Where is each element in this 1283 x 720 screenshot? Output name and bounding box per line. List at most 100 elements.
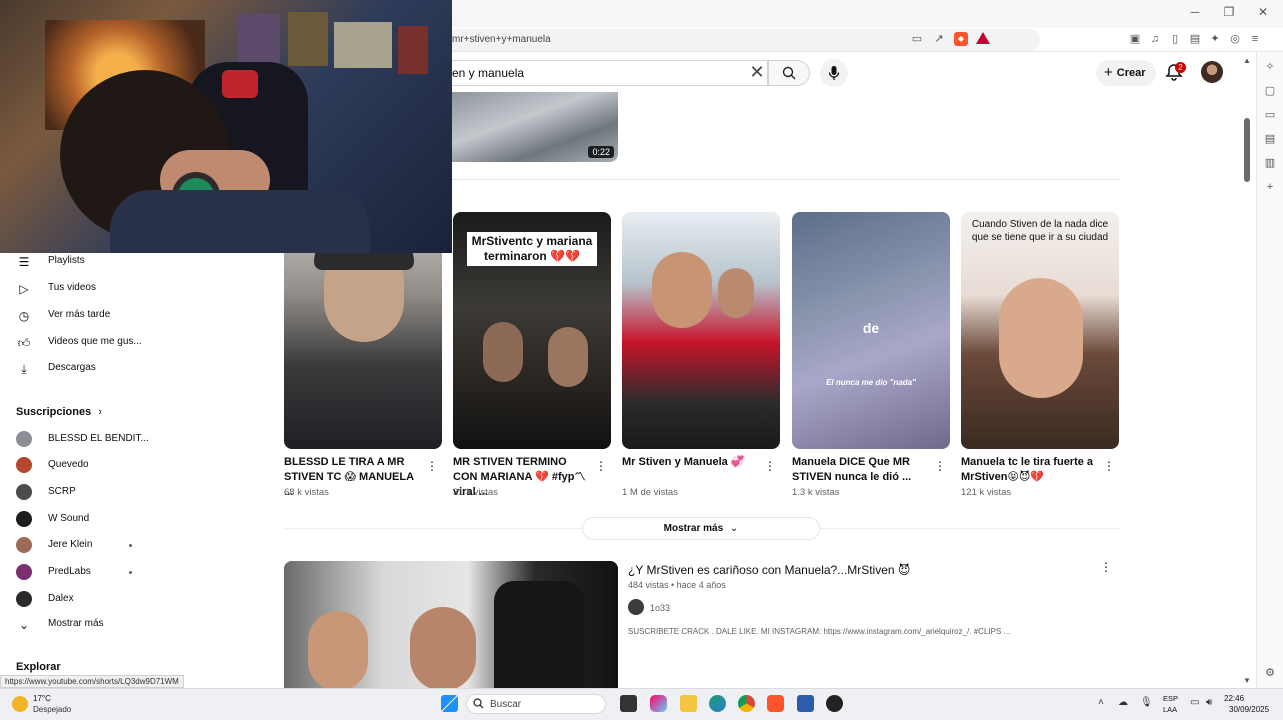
channel-name: W Sound	[48, 513, 90, 524]
weather-condition: Despejado	[33, 705, 72, 714]
menu-icon[interactable]: ≡	[1248, 32, 1262, 46]
file-explorer-icon[interactable]	[680, 695, 697, 712]
video-thumbnail[interactable]	[284, 561, 618, 688]
more-options-icon[interactable]: ⋮	[1103, 458, 1115, 474]
scroll-up-arrow[interactable]: ▲	[1243, 56, 1251, 65]
subscription-item[interactable]: Jere Klein	[0, 535, 150, 555]
short-thumbnail[interactable]: MrStiventc y mariana terminaron 💔💔	[453, 212, 611, 449]
wall-frame	[238, 14, 280, 64]
music-icon[interactable]: ♫	[1148, 32, 1162, 46]
show-more-subscriptions[interactable]: ⌄ Mostrar más	[0, 615, 150, 635]
more-options-icon[interactable]: ⋮	[764, 458, 776, 474]
network-icon[interactable]: ▭	[1190, 697, 1199, 708]
reader-icon[interactable]: ▣	[1128, 32, 1142, 46]
add-sidebar-icon[interactable]: +	[1263, 180, 1277, 194]
account-avatar[interactable]	[1201, 61, 1223, 83]
task-view-icon[interactable]	[620, 695, 637, 712]
short-card[interactable]: de El nunca me dio "nada" Manuela DICE Q…	[792, 212, 950, 498]
more-options-icon[interactable]: ⋮	[595, 458, 607, 474]
app-icon[interactable]	[826, 695, 843, 712]
taskbar-search-label: Buscar	[490, 699, 522, 710]
nav-item-playlists[interactable]: ☰ Playlists	[0, 252, 150, 272]
subscription-item[interactable]: W Sound	[0, 509, 150, 529]
clock-time[interactable]: 22:46	[1224, 694, 1244, 703]
subscription-item[interactable]: Quevedo	[0, 455, 150, 475]
store-icon[interactable]	[797, 695, 814, 712]
bookmarks-sidebar-icon[interactable]: ▢	[1263, 84, 1277, 98]
nav-item-your-videos[interactable]: ▷ Tus videos	[0, 279, 150, 299]
wallet-sidebar-icon[interactable]: ▤	[1263, 132, 1277, 146]
channel-avatar[interactable]	[628, 599, 644, 615]
volume-icon[interactable]: 🔊︎	[1206, 697, 1212, 708]
create-button[interactable]: + Crear	[1096, 60, 1156, 86]
voice-search-button[interactable]	[820, 59, 848, 87]
channel-avatar	[16, 484, 32, 500]
channel-name: Quevedo	[48, 459, 89, 470]
more-options-icon[interactable]: ⋮	[1100, 560, 1112, 574]
download-icon: ⤓	[21, 362, 27, 376]
leo-sidebar-icon[interactable]: ✧	[1263, 60, 1277, 74]
close-icon[interactable]: ✕	[1257, 6, 1269, 18]
maximize-icon[interactable]: ❐	[1223, 6, 1235, 18]
subscription-item[interactable]: SCRP	[0, 482, 150, 502]
short-thumbnail[interactable]	[622, 212, 780, 449]
subscription-item[interactable]: BLESSD EL BENDIT...	[0, 429, 150, 449]
show-more-button[interactable]: Mostrar más ⌄	[582, 517, 820, 540]
taskbar-search[interactable]	[466, 694, 606, 714]
leo-ai-icon[interactable]: ✦	[1208, 32, 1222, 46]
scrollbar-thumb[interactable]	[1244, 118, 1250, 182]
thumbnail-face	[718, 268, 754, 318]
nav-item-liked-videos[interactable]: 👍︎ Videos que me gus...	[0, 333, 150, 353]
short-card[interactable]: MrStiventc y mariana terminaron 💔💔 MR ST…	[453, 212, 611, 498]
microphone-icon	[828, 66, 840, 80]
clock-date[interactable]: 30/09/2025	[1229, 705, 1269, 714]
brave-icon[interactable]	[767, 695, 784, 712]
share-icon[interactable]: ↗	[932, 32, 946, 46]
video-description: SUSCRIBETE CRACK . DALE LIKE. MI INSTAGR…	[628, 627, 1011, 636]
chrome-icon[interactable]	[738, 695, 755, 712]
channel-name: Dalex	[48, 593, 74, 604]
short-title[interactable]: Manuela DICE Que MR STIVEN nunca le dió …	[792, 455, 932, 485]
wallet-icon[interactable]: ▤	[1188, 32, 1202, 46]
short-card[interactable]: Cuando Stiven de la nada dice que se tie…	[961, 212, 1119, 498]
onedrive-icon[interactable]: ☁	[1118, 697, 1128, 708]
subscription-item[interactable]: PredLabs	[0, 562, 150, 582]
search-button[interactable]	[768, 60, 810, 86]
brave-shield-icon[interactable]: ◆	[954, 32, 968, 46]
subscription-item[interactable]: Dalex	[0, 589, 150, 609]
settings-sidebar-icon[interactable]: ⚙	[1263, 666, 1277, 680]
microphone-tray-icon[interactable]: 🎙︎	[1140, 697, 1153, 708]
short-thumbnail[interactable]: de El nunca me dio "nada"	[792, 212, 950, 449]
sidebar-toggle-icon[interactable]: ▯	[1168, 32, 1182, 46]
tray-overflow-icon[interactable]: ˄	[1098, 697, 1104, 708]
short-thumbnail[interactable]: Cuando Stiven de la nada dice que se tie…	[961, 212, 1119, 449]
clear-search-icon[interactable]: ✕	[748, 62, 766, 82]
short-title[interactable]: Manuela tc le tira fuerte a MrStiven😝😈💔	[961, 455, 1101, 485]
previous-video-thumbnail[interactable]: 0:22	[452, 92, 618, 162]
nav-item-downloads[interactable]: ⤓ Descargas	[0, 359, 150, 379]
copilot-icon[interactable]	[650, 695, 667, 712]
language-layout[interactable]: LAA	[1163, 705, 1177, 714]
minimize-icon[interactable]: ─	[1189, 6, 1201, 18]
url-text[interactable]: mr+stiven+y+manuela	[452, 34, 551, 45]
vpn-icon[interactable]: ◎	[1228, 32, 1242, 46]
edge-icon[interactable]	[709, 695, 726, 712]
short-title[interactable]: Mr Stiven y Manuela 💞	[622, 455, 762, 470]
more-options-icon[interactable]: ⋮	[426, 458, 438, 474]
channel-avatar	[16, 457, 32, 473]
video-title[interactable]: ¿Y MrStiven es cariñoso con Manuela?...M…	[628, 563, 910, 577]
history-sidebar-icon[interactable]: ▥	[1263, 156, 1277, 170]
more-options-icon[interactable]: ⋮	[934, 458, 946, 474]
short-card[interactable]: Mr Stiven y Manuela 💞 1 M de vistas ⋮	[622, 212, 780, 498]
brave-rewards-icon[interactable]	[976, 32, 990, 44]
scroll-down-arrow[interactable]: ▼	[1243, 676, 1251, 685]
channel-name[interactable]: 1o33	[650, 603, 670, 613]
reading-list-icon[interactable]: ▭	[1263, 108, 1277, 122]
short-views: 68 k vistas	[284, 487, 329, 498]
start-button[interactable]	[441, 695, 458, 712]
language-indicator[interactable]: ESP	[1163, 694, 1178, 703]
search-input[interactable]: en y manuela	[452, 66, 524, 80]
subscriptions-heading[interactable]: Suscripciones ›	[16, 406, 102, 418]
cast-icon[interactable]: ▭	[910, 32, 924, 46]
nav-item-watch-later[interactable]: ◷ Ver más tarde	[0, 306, 150, 326]
